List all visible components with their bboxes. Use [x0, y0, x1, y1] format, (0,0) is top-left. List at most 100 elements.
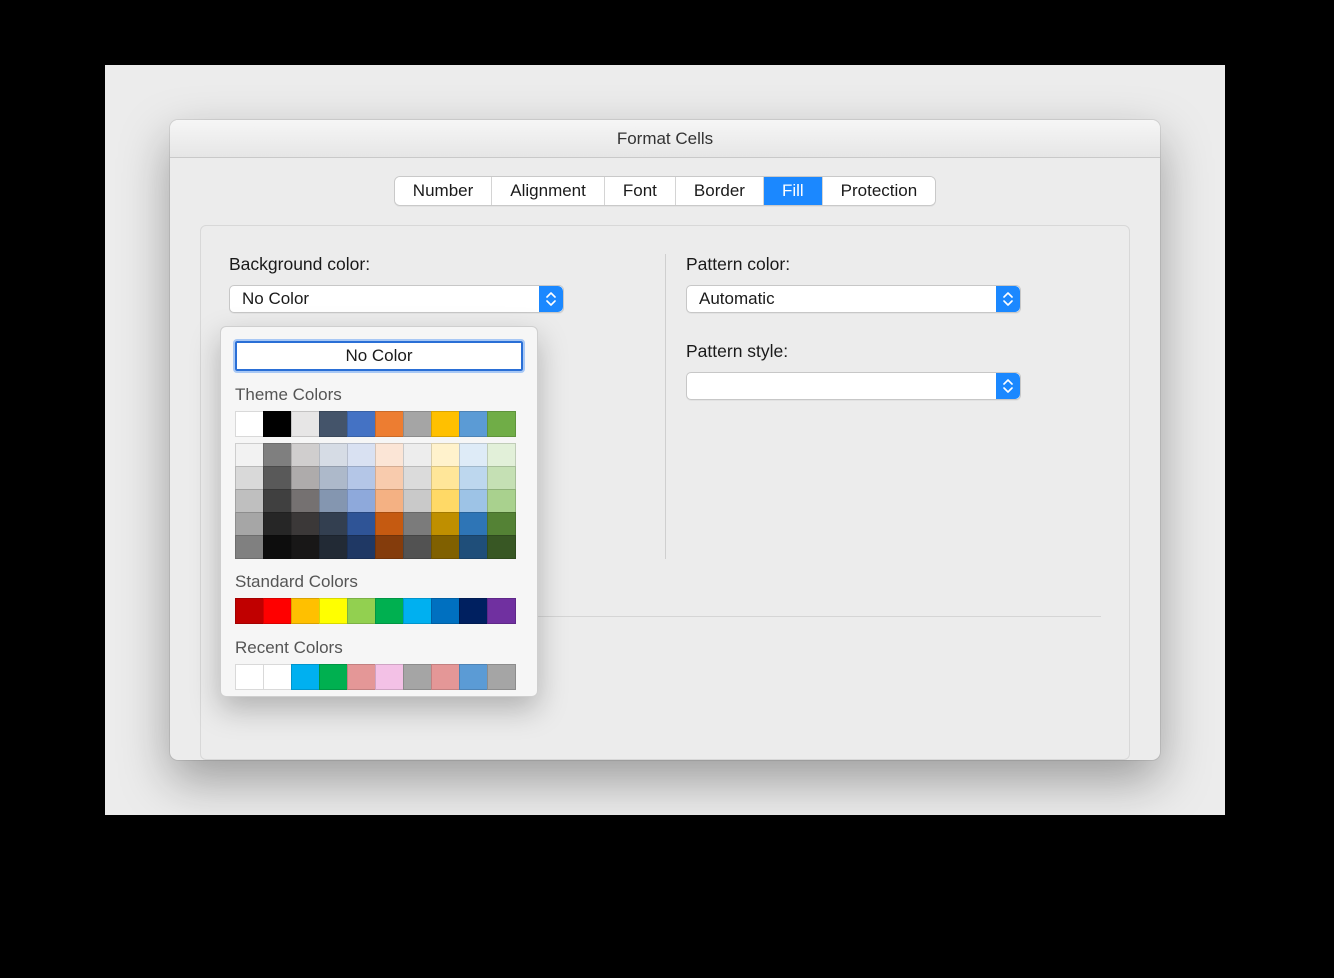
color-swatch[interactable] — [319, 466, 348, 490]
color-swatch[interactable] — [375, 512, 404, 536]
color-swatch[interactable] — [403, 411, 432, 437]
tab-protection[interactable]: Protection — [823, 177, 936, 205]
color-swatch[interactable] — [347, 443, 376, 467]
color-swatch[interactable] — [431, 664, 460, 690]
color-swatch[interactable] — [319, 664, 348, 690]
color-swatch[interactable] — [375, 443, 404, 467]
color-swatch[interactable] — [235, 443, 264, 467]
color-swatch[interactable] — [459, 535, 488, 559]
color-swatch[interactable] — [487, 489, 516, 513]
color-swatch[interactable] — [319, 489, 348, 513]
color-swatch[interactable] — [347, 535, 376, 559]
color-swatch[interactable] — [235, 512, 264, 536]
color-swatch[interactable] — [431, 466, 460, 490]
tab-font[interactable]: Font — [605, 177, 676, 205]
color-swatch[interactable] — [347, 664, 376, 690]
color-swatch[interactable] — [403, 489, 432, 513]
color-swatch[interactable] — [347, 598, 376, 624]
chevron-down-icon — [996, 286, 1020, 312]
color-swatch[interactable] — [375, 598, 404, 624]
color-swatch[interactable] — [459, 512, 488, 536]
color-swatch[interactable] — [459, 598, 488, 624]
color-swatch[interactable] — [291, 512, 320, 536]
background-color-section: Background color: No Color No Color Them… — [229, 254, 609, 313]
color-swatch[interactable] — [487, 443, 516, 467]
color-swatch[interactable] — [375, 411, 404, 437]
tab-border[interactable]: Border — [676, 177, 764, 205]
color-swatch[interactable] — [487, 598, 516, 624]
color-swatch[interactable] — [319, 535, 348, 559]
theme-colors-label: Theme Colors — [235, 385, 523, 405]
color-swatch[interactable] — [319, 443, 348, 467]
color-swatch[interactable] — [431, 489, 460, 513]
color-swatch[interactable] — [487, 664, 516, 690]
color-swatch[interactable] — [375, 664, 404, 690]
color-swatch[interactable] — [487, 466, 516, 490]
color-swatch[interactable] — [403, 512, 432, 536]
color-swatch[interactable] — [235, 489, 264, 513]
color-swatch[interactable] — [375, 466, 404, 490]
tab-alignment[interactable]: Alignment — [492, 177, 605, 205]
color-swatch[interactable] — [263, 535, 292, 559]
theme-color-shades — [235, 443, 523, 558]
color-swatch[interactable] — [263, 664, 292, 690]
color-swatch[interactable] — [431, 443, 460, 467]
color-swatch[interactable] — [403, 443, 432, 467]
color-swatch[interactable] — [235, 598, 264, 624]
color-swatch[interactable] — [291, 535, 320, 559]
color-swatch[interactable] — [235, 466, 264, 490]
color-swatch[interactable] — [263, 443, 292, 467]
color-swatch[interactable] — [403, 598, 432, 624]
color-swatch[interactable] — [459, 489, 488, 513]
pattern-style-select[interactable] — [686, 372, 1021, 400]
color-swatch[interactable] — [403, 466, 432, 490]
theme-shade-column — [403, 443, 431, 558]
color-swatch[interactable] — [431, 411, 460, 437]
color-swatch[interactable] — [347, 411, 376, 437]
background-color-select[interactable]: No Color No Color Theme Colors Standard … — [229, 285, 564, 313]
tab-fill[interactable]: Fill — [764, 177, 823, 205]
color-swatch[interactable] — [263, 466, 292, 490]
color-swatch[interactable] — [459, 664, 488, 690]
color-swatch[interactable] — [291, 598, 320, 624]
dialog-title: Format Cells — [170, 120, 1160, 158]
color-swatch[interactable] — [235, 411, 264, 437]
color-swatch[interactable] — [347, 489, 376, 513]
color-swatch[interactable] — [403, 535, 432, 559]
pattern-color-label: Pattern color: — [686, 254, 1066, 275]
color-swatch[interactable] — [431, 512, 460, 536]
color-swatch[interactable] — [291, 411, 320, 437]
color-swatch[interactable] — [263, 411, 292, 437]
color-swatch[interactable] — [291, 443, 320, 467]
color-swatch[interactable] — [403, 664, 432, 690]
color-swatch[interactable] — [431, 535, 460, 559]
color-swatch[interactable] — [263, 598, 292, 624]
chevron-down-icon — [996, 373, 1020, 399]
color-swatch[interactable] — [375, 535, 404, 559]
color-swatch[interactable] — [319, 598, 348, 624]
color-swatch[interactable] — [291, 489, 320, 513]
color-swatch[interactable] — [263, 512, 292, 536]
color-swatch[interactable] — [263, 489, 292, 513]
color-swatch[interactable] — [291, 664, 320, 690]
color-swatch[interactable] — [235, 535, 264, 559]
color-swatch[interactable] — [487, 512, 516, 536]
color-swatch[interactable] — [487, 535, 516, 559]
color-swatch[interactable] — [459, 411, 488, 437]
theme-shade-column — [291, 443, 319, 558]
color-swatch[interactable] — [431, 598, 460, 624]
recent-colors-label: Recent Colors — [235, 638, 523, 658]
color-swatch[interactable] — [291, 466, 320, 490]
color-swatch[interactable] — [459, 466, 488, 490]
color-swatch[interactable] — [347, 466, 376, 490]
tab-number[interactable]: Number — [395, 177, 492, 205]
color-swatch[interactable] — [347, 512, 376, 536]
color-swatch[interactable] — [375, 489, 404, 513]
pattern-color-select[interactable]: Automatic — [686, 285, 1021, 313]
color-swatch[interactable] — [319, 512, 348, 536]
color-swatch[interactable] — [459, 443, 488, 467]
color-swatch[interactable] — [235, 664, 264, 690]
color-swatch[interactable] — [487, 411, 516, 437]
no-color-button[interactable]: No Color — [235, 341, 523, 371]
color-swatch[interactable] — [319, 411, 348, 437]
